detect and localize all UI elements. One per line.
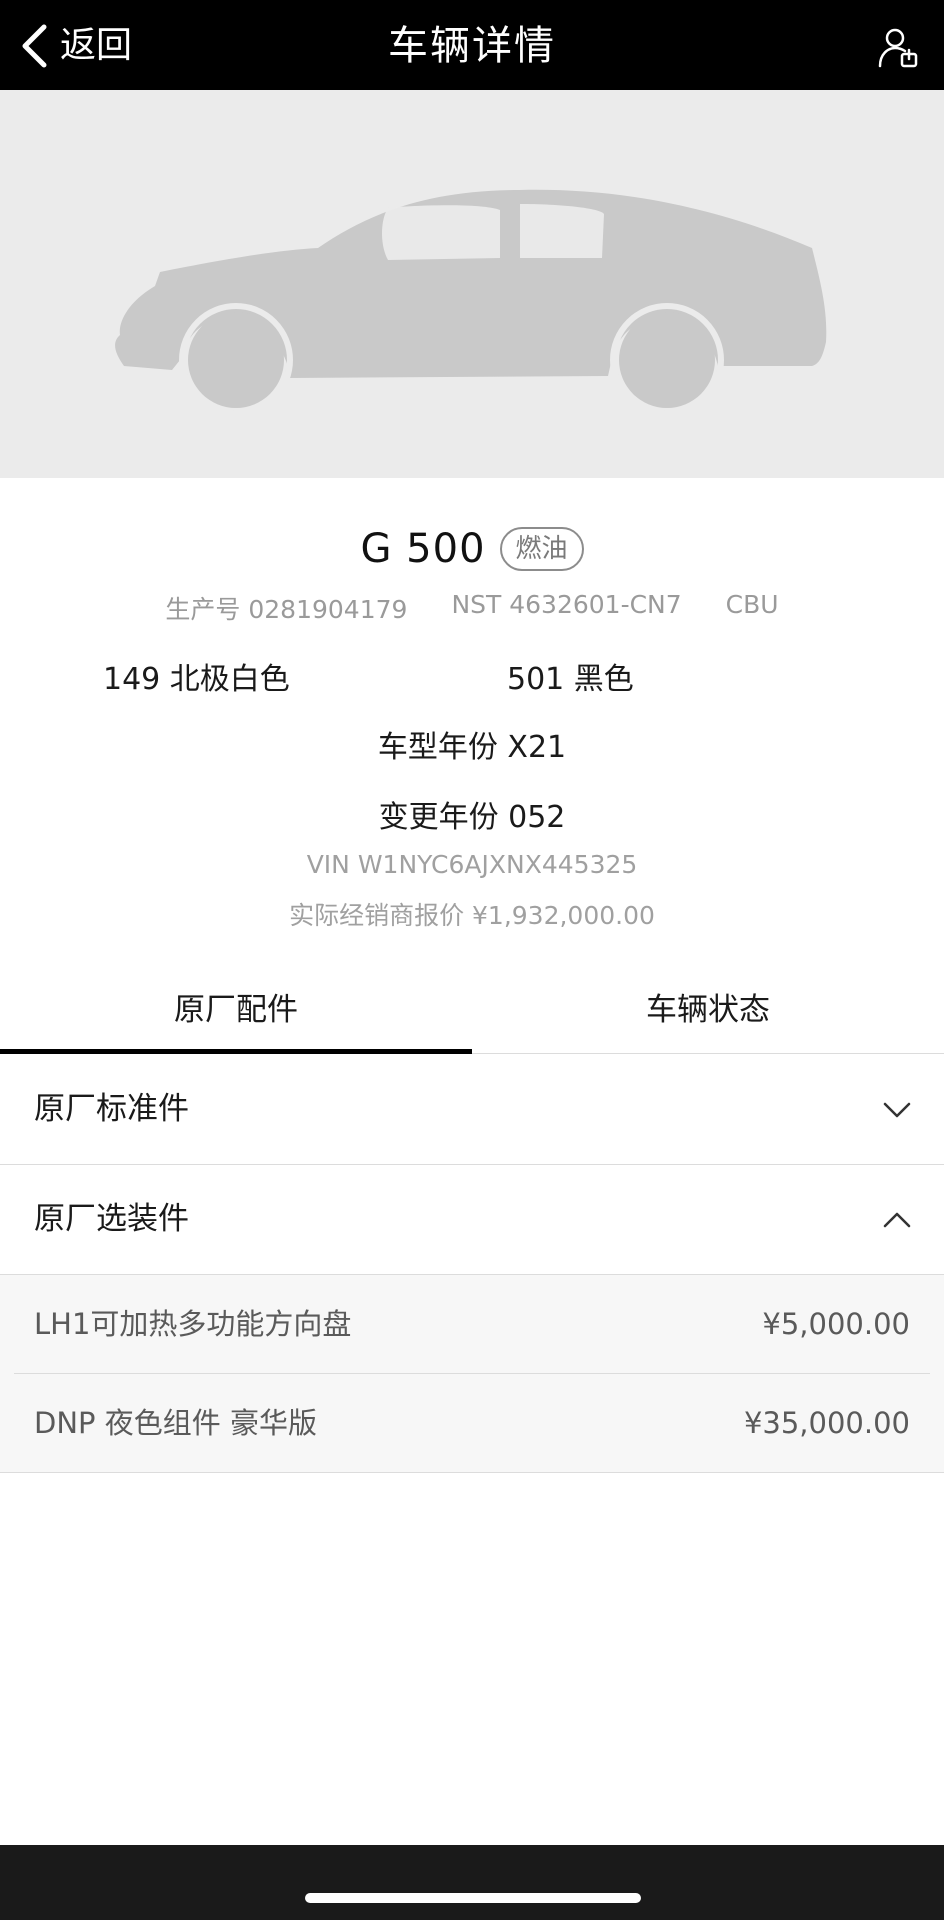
exterior-color: 149 北极白色 <box>103 662 290 697</box>
section-label: 原厂标准件 <box>34 1091 189 1127</box>
tab-vehicle-status[interactable]: 车辆状态 <box>472 960 944 1053</box>
option-price: ¥35,000.00 <box>743 1406 910 1440</box>
interior-color: 501 黑色 <box>507 662 634 697</box>
nav-bar: 返回 车辆详情 <box>0 0 944 90</box>
fuel-type-badge: 燃油 <box>499 527 584 571</box>
active-tab-indicator <box>0 1049 472 1054</box>
optional-parts-list: LH1可加热多功能方向盘 ¥5,000.00 DNP 夜色组件 豪华版 ¥35,… <box>0 1275 944 1473</box>
list-item: DNP 夜色组件 豪华版 ¥35,000.00 <box>14 1373 930 1472</box>
option-name: DNP 夜色组件 豪华版 <box>34 1406 317 1440</box>
change-year: 变更年份 052 <box>378 800 566 835</box>
dealer-price: 实际经销商报价 ¥1,932,000.00 <box>289 901 655 930</box>
bottom-bar <box>0 1845 944 1920</box>
vehicle-image <box>0 90 944 478</box>
option-price: ¥5,000.00 <box>762 1307 910 1341</box>
section-label: 原厂选装件 <box>34 1201 189 1237</box>
chevron-up-icon <box>882 1205 912 1239</box>
home-indicator[interactable] <box>305 1893 641 1903</box>
model-year: 车型年份 X21 <box>377 730 567 765</box>
model-row: G 500 燃油 <box>0 526 944 572</box>
vin-number: VIN W1NYC6AJXNX445325 <box>306 850 638 879</box>
tab-original-parts[interactable]: 原厂配件 <box>0 960 472 1053</box>
production-number: 生产号 0281904179 <box>165 595 408 624</box>
chevron-down-icon <box>882 1095 912 1129</box>
tab-bar: 原厂配件 车辆状态 <box>0 960 944 1054</box>
section-standard-parts[interactable]: 原厂标准件 <box>0 1055 944 1165</box>
vehicle-meta: 生产号 0281904179 NST 4632601-CN7 CBU <box>0 590 944 626</box>
nst-code: NST 4632601-CN7 <box>451 590 682 619</box>
user-edit-icon[interactable] <box>878 26 922 70</box>
vehicle-detail-screen: 返回 车辆详情 G 500 燃油 生产号 0281904179 NST 4632… <box>0 0 944 1920</box>
tab-label: 车辆状态 <box>646 992 770 1028</box>
list-item: LH1可加热多功能方向盘 ¥5,000.00 <box>0 1275 944 1373</box>
model-name: G 500 <box>360 526 486 572</box>
section-optional-parts[interactable]: 原厂选装件 <box>0 1165 944 1275</box>
import-type: CBU <box>725 590 779 619</box>
page-title: 车辆详情 <box>388 23 556 69</box>
car-silhouette-icon <box>115 189 827 417</box>
option-name: LH1可加热多功能方向盘 <box>34 1307 352 1341</box>
tab-label: 原厂配件 <box>174 992 298 1028</box>
